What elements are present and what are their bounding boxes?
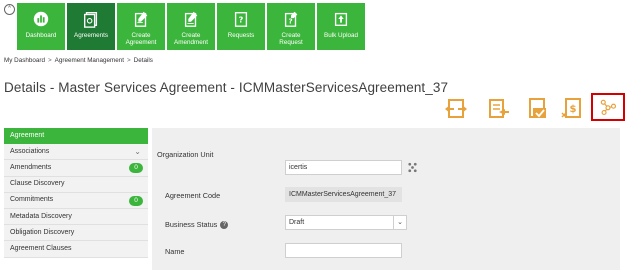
- name-input[interactable]: [285, 243, 402, 258]
- org-tree-icon[interactable]: [407, 162, 418, 173]
- info-icon[interactable]: ?: [220, 221, 229, 230]
- requests-icon: ?: [234, 12, 248, 27]
- relationship-graph-button[interactable]: [591, 93, 625, 121]
- nav-requests-label: Requests: [227, 32, 255, 39]
- nav-agreements[interactable]: Agreements: [67, 3, 115, 50]
- nav-create-amendment[interactable]: Create Amendment: [167, 3, 215, 50]
- sidebar: Agreement Associations ⌄ Amendments 0 Cl…: [4, 128, 148, 258]
- send-document-icon[interactable]: [484, 95, 512, 123]
- create-request-icon: ?: [284, 11, 298, 27]
- count-badge: 0: [129, 163, 143, 174]
- sidebar-item-clause-discovery[interactable]: Clause Discovery: [4, 176, 148, 193]
- sidebar-item-label: Amendments: [10, 163, 52, 171]
- svg-text:?: ?: [239, 15, 244, 25]
- sidebar-item-label: Associations: [10, 147, 50, 155]
- relationship-graph-icon: [600, 99, 617, 116]
- nav-create-agreement-label: Create Agreement: [125, 32, 157, 46]
- sidebar-item-agreement-clauses[interactable]: Agreement Clauses: [4, 241, 148, 258]
- breadcrumb: My Dashboard > Agreement Management > De…: [4, 57, 153, 64]
- sidebar-item-associations[interactable]: Associations ⌄: [4, 144, 148, 161]
- sidebar-item-label: Metadata Discovery: [10, 212, 72, 220]
- approve-agreement-icon[interactable]: [524, 95, 552, 123]
- chevron-down-icon[interactable]: ⌄: [134, 144, 141, 160]
- breadcrumb-dashboard[interactable]: My Dashboard: [4, 57, 45, 64]
- sidebar-item-label: Obligation Discovery: [10, 228, 75, 236]
- business-status-value: Draft: [289, 219, 305, 226]
- sidebar-item-label: Clause Discovery: [10, 180, 65, 188]
- bulk-upload-icon: [334, 12, 348, 26]
- sidebar-item-commitments[interactable]: Commitments 0: [4, 192, 148, 209]
- sidebar-item-metadata-discovery[interactable]: Metadata Discovery: [4, 208, 148, 226]
- count-badge: 0: [129, 195, 143, 206]
- agreement-form: Organization Unit icertis Agreement Code…: [152, 128, 620, 270]
- nav-create-amendment-label: Create Amendment: [174, 32, 208, 46]
- chevron-up-icon[interactable]: ˄: [4, 4, 15, 15]
- nav-create-request[interactable]: ? Create Request: [267, 3, 315, 50]
- assign-agreement-icon[interactable]: [442, 95, 470, 123]
- nav-agreements-label: Agreements: [74, 32, 108, 39]
- nav-requests[interactable]: ? Requests: [217, 3, 265, 50]
- nav-bulk-upload[interactable]: Bulk Upload: [317, 3, 365, 50]
- nav-bulk-upload-label: Bulk Upload: [324, 32, 358, 39]
- nav-dashboard[interactable]: Dashboard: [17, 3, 65, 50]
- breadcrumb-details: Details: [133, 57, 153, 64]
- sidebar-item-obligation-discovery[interactable]: Obligation Discovery: [4, 225, 148, 242]
- breadcrumb-agreement-management[interactable]: Agreement Management: [55, 57, 124, 64]
- agreements-icon: [84, 12, 98, 28]
- business-status-label: Business Status?: [165, 220, 229, 230]
- sidebar-item-amendments[interactable]: Amendments 0: [4, 160, 148, 177]
- org-unit-label: Organization Unit: [157, 150, 214, 159]
- sidebar-item-label: Agreement: [10, 131, 45, 139]
- nav-create-agreement[interactable]: Create Agreement: [117, 3, 165, 50]
- org-unit-input[interactable]: icertis: [285, 160, 402, 175]
- page-title: Details - Master Services Agreement - IC…: [4, 80, 449, 95]
- business-status-select[interactable]: Draft ⌄: [285, 215, 407, 230]
- sidebar-item-label: Commitments: [10, 196, 54, 204]
- agreement-workflow-icon[interactable]: $: [558, 95, 586, 123]
- top-nav: Dashboard Agreements Create Agreement Cr…: [17, 3, 367, 51]
- name-label: Name: [165, 247, 185, 256]
- sidebar-item-label: Agreement Clauses: [10, 244, 72, 252]
- create-agreement-icon: [134, 11, 148, 27]
- nav-dashboard-label: Dashboard: [25, 32, 57, 39]
- nav-create-request-label: Create Request: [279, 32, 303, 46]
- breadcrumb-separator: >: [126, 57, 131, 64]
- chevron-down-icon[interactable]: ⌄: [393, 216, 406, 229]
- agreement-code-label: Agreement Code: [165, 191, 221, 200]
- business-status-label-text: Business Status: [165, 220, 218, 229]
- sidebar-item-agreement[interactable]: Agreement: [4, 128, 148, 145]
- dashboard-icon: [33, 11, 49, 27]
- agreement-code-field: ICMMasterServicesAgreement_37: [285, 187, 402, 202]
- breadcrumb-separator: >: [47, 57, 52, 64]
- create-amendment-icon: [184, 11, 198, 27]
- svg-text:$: $: [570, 104, 577, 115]
